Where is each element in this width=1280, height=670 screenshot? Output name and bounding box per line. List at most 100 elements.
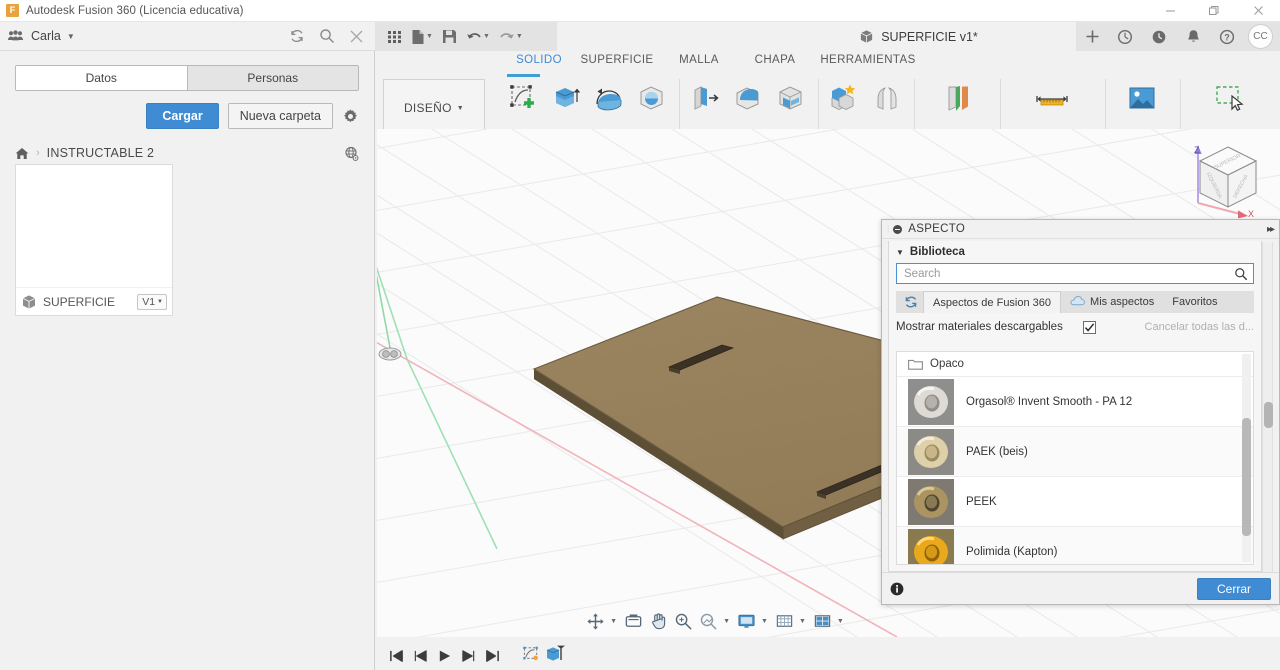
zoom-icon[interactable] bbox=[671, 612, 696, 631]
cancel-all-downloads-label[interactable]: Cancelar todas las d... bbox=[1145, 321, 1254, 333]
material-row[interactable]: Polimida (Kapton) bbox=[897, 526, 1253, 565]
chevron-down-icon[interactable]: ▼ bbox=[799, 618, 806, 625]
refresh-icon[interactable] bbox=[289, 28, 305, 44]
look-at-icon[interactable] bbox=[621, 612, 646, 631]
axis-x-label: X bbox=[1248, 209, 1254, 219]
minus-circle-icon[interactable] bbox=[893, 225, 902, 234]
library-tab-favoritos[interactable]: Favoritos bbox=[1163, 291, 1226, 313]
library-tab-fusion360[interactable]: Aspectos de Fusion 360 bbox=[923, 291, 1061, 313]
chevron-down-icon[interactable]: ▼ bbox=[610, 618, 617, 625]
close-button[interactable] bbox=[1236, 0, 1280, 22]
avatar[interactable]: CC bbox=[1248, 24, 1273, 49]
offset-plane-icon[interactable] bbox=[936, 79, 977, 114]
material-row[interactable]: PEEK bbox=[897, 476, 1253, 526]
people-icon bbox=[8, 30, 23, 42]
zoom-window-icon[interactable] bbox=[696, 612, 721, 631]
redo-icon[interactable]: ▼ bbox=[496, 28, 526, 46]
material-row[interactable]: PAEK (beis) bbox=[897, 426, 1253, 476]
search-box[interactable] bbox=[896, 263, 1254, 284]
materials-list[interactable]: Opaco Orgasol® Invent Smooth - PA 12 bbox=[896, 351, 1254, 565]
upload-button[interactable]: Cargar bbox=[146, 103, 218, 129]
chevron-down-icon[interactable]: ▼ bbox=[761, 618, 768, 625]
extrude-feature-icon[interactable] bbox=[544, 643, 566, 668]
app-icon: F bbox=[6, 4, 19, 17]
chevron-down-icon[interactable]: ▼ bbox=[896, 248, 904, 257]
material-folder-opaco[interactable]: Opaco bbox=[897, 352, 1253, 376]
library-tab-mis-aspectos[interactable]: Mis aspectos bbox=[1061, 291, 1163, 313]
show-downloadable-checkbox[interactable] bbox=[1083, 321, 1096, 334]
joint-icon[interactable] bbox=[867, 79, 908, 114]
tab-personas[interactable]: Personas bbox=[187, 66, 359, 90]
home-icon[interactable] bbox=[15, 147, 29, 160]
go-to-end-icon[interactable] bbox=[480, 644, 504, 668]
close-panel-icon[interactable] bbox=[349, 29, 364, 44]
dialog-scrollbar-thumb[interactable] bbox=[1264, 402, 1273, 428]
close-dialog-button[interactable]: Cerrar bbox=[1197, 578, 1271, 600]
file-version-selector[interactable]: V1 ▼ bbox=[137, 294, 167, 310]
library-header[interactable]: ▼ Biblioteca bbox=[889, 241, 1261, 263]
press-pull-icon[interactable] bbox=[685, 79, 726, 114]
sphere-icon[interactable] bbox=[632, 79, 673, 114]
fillet-icon[interactable] bbox=[728, 79, 769, 114]
chevron-down-icon[interactable]: ▼ bbox=[426, 33, 433, 40]
tab-superficie[interactable]: SUPERFICIE bbox=[573, 51, 661, 66]
breadcrumb-current[interactable]: INSTRUCTABLE 2 bbox=[47, 146, 154, 160]
step-back-icon[interactable] bbox=[408, 644, 432, 668]
hub-name[interactable]: Carla bbox=[31, 29, 61, 43]
play-icon[interactable] bbox=[432, 644, 456, 668]
search-icon[interactable] bbox=[319, 28, 335, 44]
help-icon[interactable]: ? bbox=[1210, 22, 1244, 51]
material-row[interactable]: Orgasol® Invent Smooth - PA 12 bbox=[897, 376, 1253, 426]
pan-icon[interactable] bbox=[646, 612, 671, 631]
chevron-down-icon[interactable]: ▼ bbox=[67, 32, 75, 41]
job-status-icon[interactable] bbox=[1108, 22, 1142, 51]
add-tab-icon[interactable] bbox=[1076, 22, 1108, 51]
tab-solido[interactable]: SOLIDO bbox=[505, 51, 573, 66]
info-icon[interactable] bbox=[890, 582, 904, 596]
grid-snap-icon[interactable] bbox=[772, 612, 797, 631]
globe-icon[interactable] bbox=[344, 146, 359, 161]
gear-icon[interactable] bbox=[342, 108, 359, 125]
chevron-down-icon[interactable]: ▼ bbox=[837, 618, 844, 625]
dialog-title-bar[interactable]: ⫶ ASPECTO ▸▸ bbox=[882, 220, 1279, 239]
chevron-down-icon[interactable]: ▼ bbox=[723, 618, 730, 625]
search-icon[interactable] bbox=[1234, 267, 1248, 281]
tab-malla[interactable]: MALLA bbox=[661, 51, 737, 66]
chevron-down-icon[interactable]: ▼ bbox=[516, 33, 523, 40]
search-input[interactable] bbox=[902, 267, 1234, 281]
sketch-feature-icon[interactable] bbox=[522, 645, 541, 667]
file-thumbnail bbox=[16, 165, 172, 287]
insert-image-icon[interactable] bbox=[1122, 79, 1163, 114]
recent-icon[interactable] bbox=[1142, 22, 1176, 51]
grid-apps-icon[interactable] bbox=[384, 27, 405, 46]
maximize-button[interactable] bbox=[1192, 0, 1236, 22]
refresh-library-icon[interactable] bbox=[899, 294, 923, 310]
shell-icon[interactable] bbox=[771, 79, 812, 114]
chevron-down-icon[interactable]: ▼ bbox=[483, 33, 490, 40]
undo-icon[interactable]: ▼ bbox=[463, 28, 493, 46]
go-to-beginning-icon[interactable] bbox=[384, 644, 408, 668]
dialog-scrollbar-track[interactable] bbox=[1262, 242, 1273, 572]
expand-icon[interactable]: ▸▸ bbox=[1267, 224, 1273, 235]
tab-herramientas[interactable]: HERRAMIENTAS bbox=[813, 51, 923, 66]
notifications-icon[interactable] bbox=[1176, 22, 1210, 51]
orbit-icon[interactable] bbox=[583, 612, 608, 631]
view-cube[interactable]: Z X SUPERIOR IZQUIERDA DERECHA bbox=[1182, 137, 1268, 223]
minimize-button[interactable] bbox=[1148, 0, 1192, 22]
save-icon[interactable] bbox=[439, 27, 460, 46]
new-folder-button[interactable]: Nueva carpeta bbox=[228, 103, 333, 129]
step-forward-icon[interactable] bbox=[456, 644, 480, 668]
revolve-icon[interactable] bbox=[589, 79, 630, 114]
tab-chapa[interactable]: CHAPA bbox=[737, 51, 813, 66]
display-settings-icon[interactable] bbox=[734, 612, 759, 631]
measure-icon[interactable] bbox=[1032, 79, 1073, 114]
create-sketch-icon[interactable] bbox=[503, 79, 544, 114]
new-component-icon[interactable] bbox=[824, 79, 865, 114]
viewports-icon[interactable] bbox=[810, 612, 835, 631]
materials-scrollbar-thumb[interactable] bbox=[1242, 418, 1251, 536]
file-card[interactable]: SUPERFICIE V1 ▼ bbox=[15, 164, 173, 316]
extrude-icon[interactable] bbox=[546, 79, 587, 114]
new-file-icon[interactable]: ▼ bbox=[408, 27, 436, 47]
window-select-icon[interactable] bbox=[1210, 79, 1251, 114]
tab-datos[interactable]: Datos bbox=[16, 66, 187, 90]
